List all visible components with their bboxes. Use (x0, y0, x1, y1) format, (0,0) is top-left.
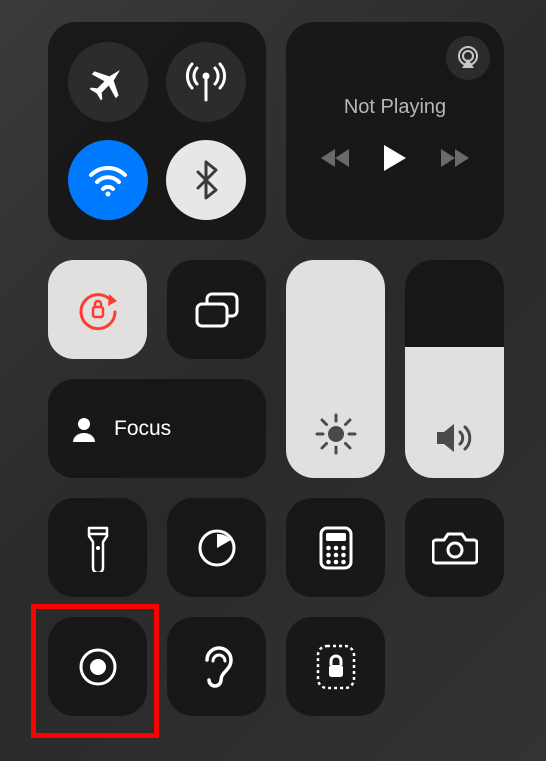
flashlight-button[interactable] (48, 498, 147, 597)
bluetooth-icon (194, 160, 218, 200)
control-center: Not Playing (0, 0, 546, 738)
row-2: Focus (48, 260, 506, 478)
guided-access-button[interactable] (286, 617, 385, 716)
hearing-icon (199, 644, 235, 690)
brightness-icon (314, 412, 358, 456)
camera-button[interactable] (405, 498, 504, 597)
screen-record-icon (77, 646, 119, 688)
orientation-lock-button[interactable] (48, 260, 147, 359)
airplay-button[interactable] (446, 36, 490, 80)
row-3 (48, 498, 506, 597)
airplane-icon (88, 62, 128, 102)
camera-icon (432, 530, 478, 566)
col-left: Focus (48, 260, 266, 478)
screen-mirror-icon (193, 290, 241, 330)
row-1: Not Playing (48, 22, 506, 240)
wifi-button[interactable] (68, 140, 148, 220)
timer-button[interactable] (167, 498, 266, 597)
connectivity-panel (48, 22, 266, 240)
focus-label: Focus (114, 417, 171, 441)
focus-button[interactable]: Focus (48, 379, 266, 478)
cellular-antenna-icon (184, 60, 228, 104)
rewind-icon[interactable] (320, 147, 350, 169)
forward-icon[interactable] (440, 147, 470, 169)
flashlight-icon (85, 524, 111, 572)
row-4 (48, 617, 506, 716)
media-panel: Not Playing (286, 22, 504, 240)
now-playing-status: Not Playing (344, 96, 446, 119)
brightness-slider[interactable] (286, 260, 385, 478)
volume-icon (434, 420, 476, 456)
volume-fill (405, 347, 504, 478)
wifi-icon (87, 159, 129, 201)
volume-slider[interactable] (405, 260, 504, 478)
bluetooth-button[interactable] (166, 140, 246, 220)
airplane-mode-button[interactable] (68, 42, 148, 122)
screen-record-button[interactable] (48, 617, 147, 716)
calculator-button[interactable] (286, 498, 385, 597)
play-icon[interactable] (382, 143, 408, 173)
hearing-button[interactable] (167, 617, 266, 716)
screen-mirroring-button[interactable] (167, 260, 266, 359)
timer-icon (196, 527, 238, 569)
person-icon (70, 415, 98, 443)
orientation-lock-icon (75, 287, 121, 333)
guided-access-lock-icon (315, 643, 357, 691)
media-controls (320, 143, 470, 173)
calculator-icon (319, 526, 353, 570)
airplay-icon (455, 45, 481, 71)
cellular-data-button[interactable] (166, 42, 246, 122)
